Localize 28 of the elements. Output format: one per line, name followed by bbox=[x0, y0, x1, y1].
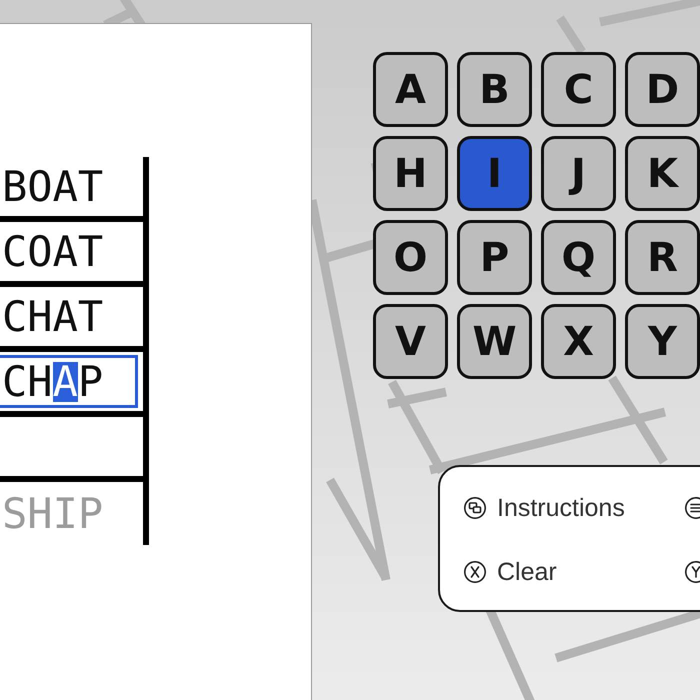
letter-key[interactable]: O bbox=[373, 220, 448, 295]
letter-key[interactable]: Y bbox=[625, 304, 700, 379]
ladder-word: COAT bbox=[1, 228, 104, 276]
ladder-word: CHAT bbox=[1, 292, 104, 340]
letter-key[interactable]: H bbox=[373, 136, 448, 211]
letter-key[interactable]: R bbox=[625, 220, 700, 295]
letter-key[interactable]: J bbox=[541, 136, 616, 211]
letter-key[interactable]: B bbox=[457, 52, 532, 127]
letter-key[interactable]: P bbox=[457, 220, 532, 295]
word-input-field[interactable]: CHAP bbox=[0, 355, 138, 408]
ladder-word: BOAT bbox=[1, 162, 104, 210]
overlapping-squares-icon bbox=[464, 497, 486, 519]
letter-key[interactable]: X bbox=[541, 304, 616, 379]
clear-button[interactable]: Clear bbox=[464, 557, 557, 587]
letter-key[interactable]: W bbox=[457, 304, 532, 379]
instructions-button[interactable]: Instructions bbox=[464, 493, 625, 523]
letter-key[interactable]: C bbox=[541, 52, 616, 127]
letter-key[interactable]: V bbox=[373, 304, 448, 379]
letter-key[interactable]: Q bbox=[541, 220, 616, 295]
letter-key[interactable]: D bbox=[625, 52, 700, 127]
input-letter: P bbox=[78, 362, 104, 402]
letter-key[interactable]: K bbox=[625, 136, 700, 211]
target-word: SHIP bbox=[1, 490, 104, 538]
letter-key[interactable]: A bbox=[373, 52, 448, 127]
input-letter: A bbox=[52, 362, 78, 402]
input-letter: H bbox=[27, 362, 53, 402]
x-circle-icon bbox=[464, 561, 486, 583]
input-letter: C bbox=[2, 362, 28, 402]
